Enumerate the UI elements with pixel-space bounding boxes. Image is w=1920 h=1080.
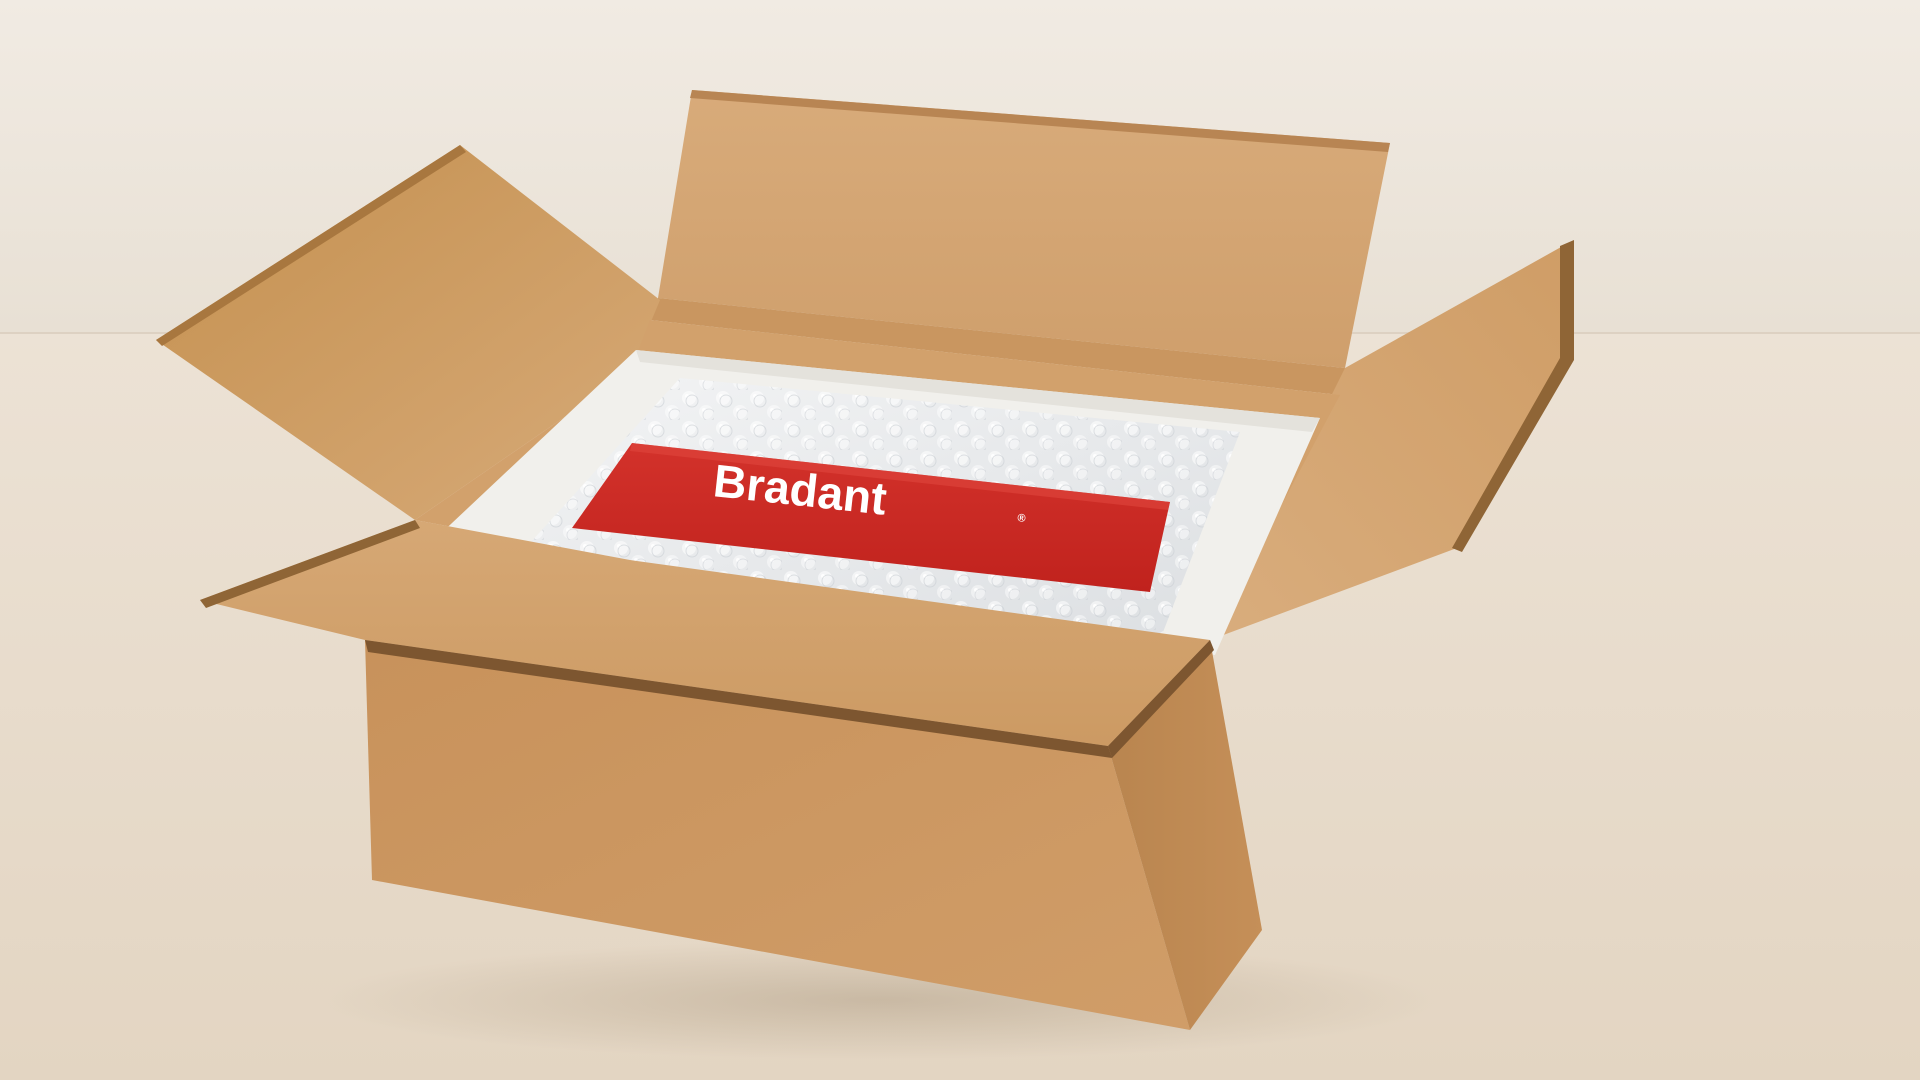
brand-registered-mark: ®	[1017, 512, 1026, 525]
product-photo: Bradant ®	[0, 0, 1920, 1080]
